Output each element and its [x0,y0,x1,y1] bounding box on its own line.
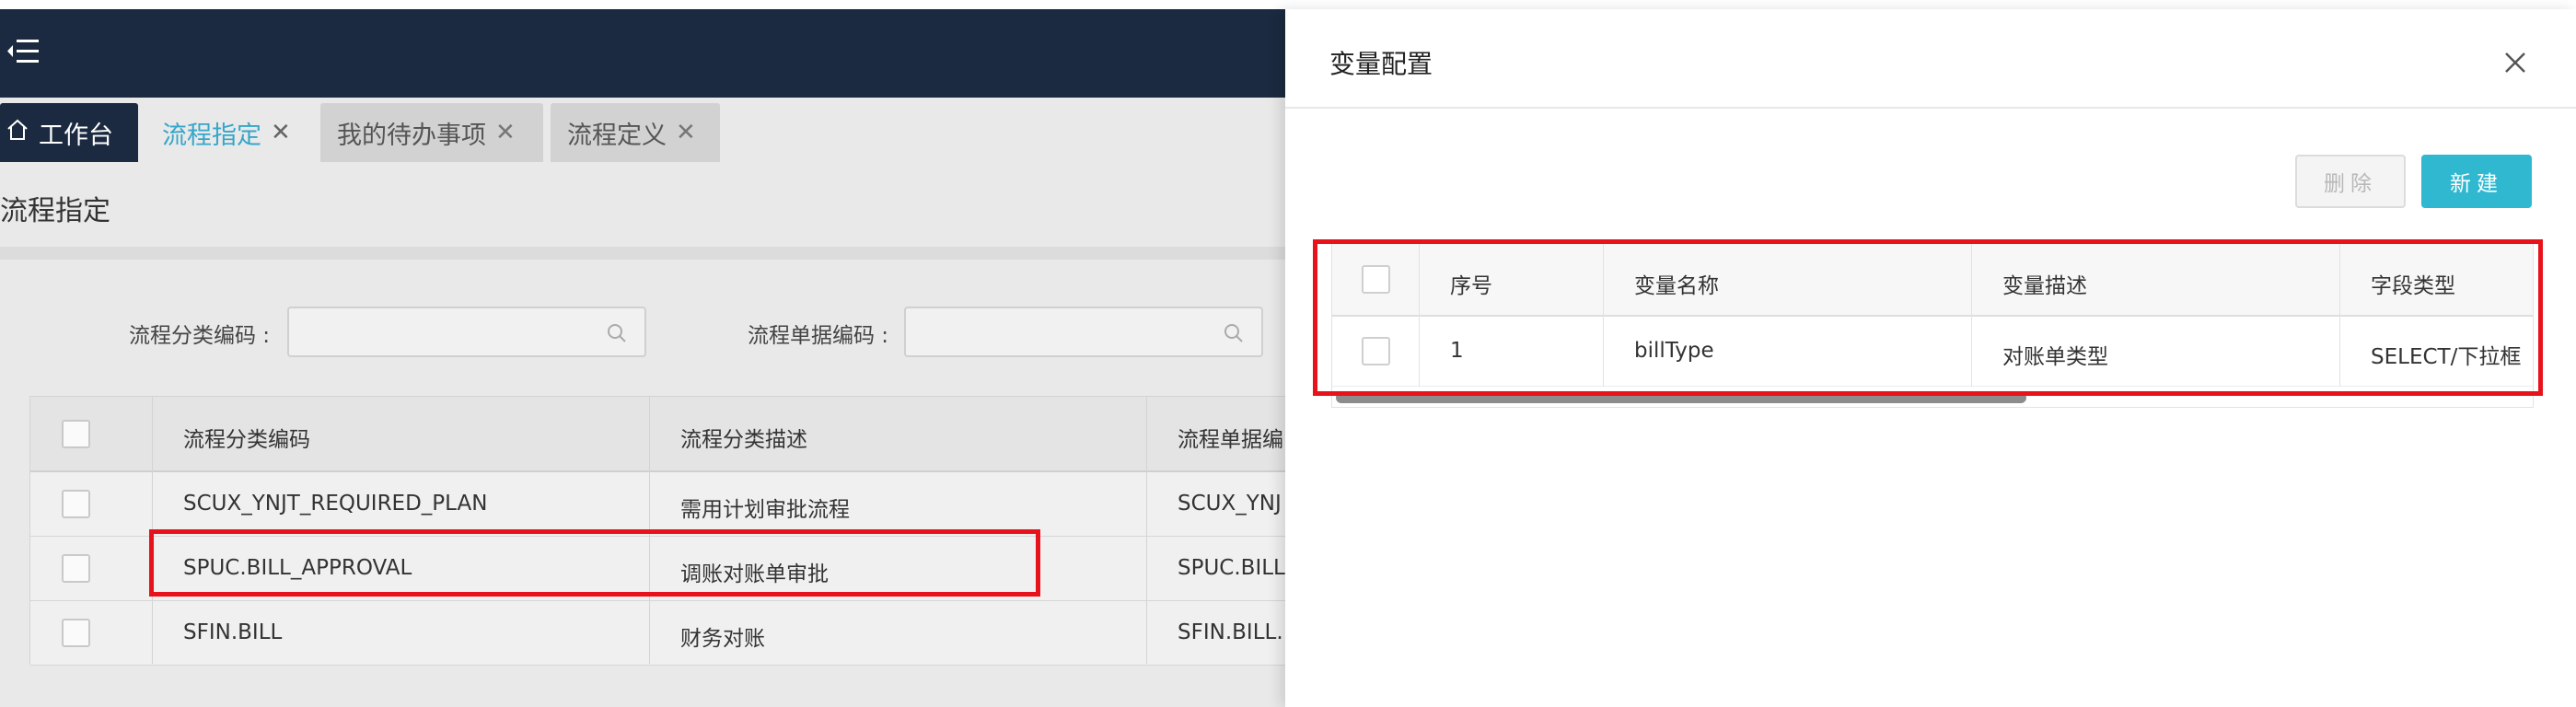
column-header[interactable]: 流程分类描述 [680,422,807,453]
tab-process-definition[interactable]: 流程定义 ✕ [551,103,720,162]
row-checkbox[interactable] [62,554,90,583]
bill-code-label: 流程单据编码 : [748,324,889,348]
new-button[interactable]: 新建 [2421,155,2532,208]
table-cell: SFIN.BILL [183,620,283,644]
page-title: 流程指定 [0,195,110,227]
home-icon [6,118,29,148]
tab-label: 我的待办事项 [337,121,486,150]
menu-toggle-icon[interactable] [4,37,41,66]
row-checkbox[interactable] [62,619,90,647]
bill-code-input[interactable] [904,307,1263,357]
row-checkbox[interactable] [62,490,90,518]
table-cell: SFIN.BILL. [1178,620,1283,644]
highlight-box [149,529,1040,597]
category-code-input[interactable] [287,307,646,357]
tab-label: 流程定义 [567,121,667,150]
tab-process-assign[interactable]: 流程指定 ✕ [145,103,313,162]
column-header[interactable]: 流程单据编 [1178,422,1283,453]
close-icon[interactable]: ✕ [676,119,696,146]
table-cell: SPUC.BILL [1178,556,1285,580]
drawer-header: 变量配置 [1285,9,2576,109]
tab-workbench[interactable]: 工作台 [0,103,138,162]
highlight-box [1313,239,2543,396]
table-cell: SCUX_YNJ [1178,492,1282,516]
category-code-label: 流程分类编码 : [129,324,271,348]
grid-header: 流程分类编码 流程分类描述 流程单据编 [30,397,1299,472]
tab-my-todo[interactable]: 我的待办事项 ✕ [320,103,543,162]
drawer-title: 变量配置 [1329,49,1433,79]
close-icon[interactable]: ✕ [271,119,291,146]
variable-config-drawer: 变量配置 删除 新建 序号 变量名称 变量描述 字段类型 1 billType … [1285,9,2576,707]
table-cell: SCUX_YNJT_REQUIRED_PLAN [183,492,488,516]
table-row[interactable]: SCUX_YNJT_REQUIRED_PLAN 需用计划审批流程 SCUX_YN… [30,472,1299,537]
column-divider [1146,397,1147,664]
delete-button[interactable]: 删除 [2295,155,2406,208]
tab-label: 流程指定 [162,121,261,150]
table-row[interactable]: SFIN.BILL 财务对账 SFIN.BILL. [30,601,1299,666]
select-all-checkbox[interactable] [62,420,90,448]
close-icon[interactable] [2499,46,2532,79]
column-header[interactable]: 流程分类编码 [183,422,310,453]
table-cell: 财务对账 [680,627,765,651]
top-navbar [0,9,1289,98]
table-cell: 需用计划审批流程 [680,498,850,522]
section-divider [0,247,1289,260]
close-icon[interactable]: ✕ [495,119,516,146]
tab-label: 工作台 [39,121,113,150]
